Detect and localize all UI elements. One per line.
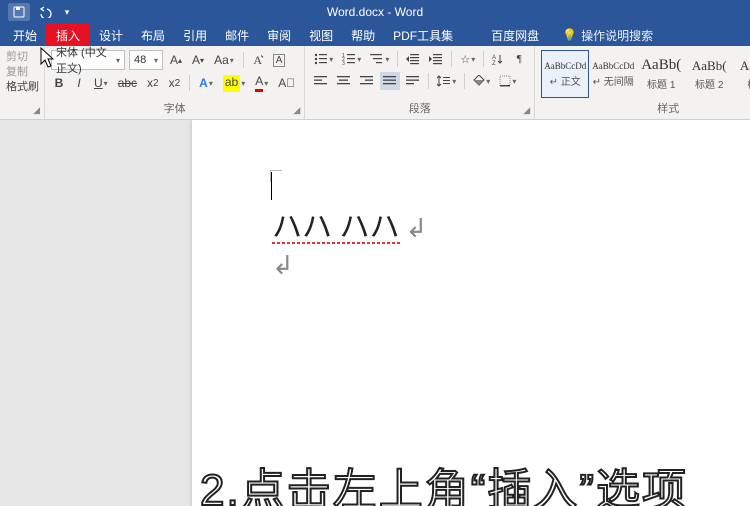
- style-item[interactable]: AaBb( 标题 2: [685, 50, 733, 98]
- change-case-button[interactable]: Aa▾: [211, 51, 237, 69]
- style-label: 标题 2: [695, 76, 723, 91]
- distribute-button[interactable]: [403, 72, 423, 90]
- svg-text:Z: Z: [492, 61, 496, 65]
- window-title: Word.docx - Word: [327, 5, 423, 19]
- qat-more-icon[interactable]: ▾: [60, 5, 74, 19]
- subscript-button[interactable]: x2: [144, 74, 162, 92]
- document-workspace[interactable]: ハハ ハハ ↲ ↲ 2.点击左上角“插入”选项: [0, 120, 750, 506]
- document-page[interactable]: ハハ ハハ ↲ ↲: [192, 120, 750, 506]
- clipboard-launcher-icon[interactable]: ◢: [33, 105, 40, 116]
- highlight-button[interactable]: ab▾: [220, 74, 248, 92]
- underline-button[interactable]: U▾: [91, 74, 111, 92]
- style-preview: AaBb(: [641, 57, 681, 74]
- decrease-indent-button[interactable]: [403, 50, 423, 68]
- clear-formatting-button[interactable]: A: [270, 51, 289, 69]
- tab-layout[interactable]: 布局: [132, 24, 174, 46]
- tab-home[interactable]: 开始: [4, 24, 46, 46]
- tab-references[interactable]: 引用: [174, 24, 216, 46]
- ribbon: 剪切 复制 格式刷 ◢ 宋体 (中文正文)▾ 48▾ A▴ A▾ Aa▾ A͛ …: [0, 46, 750, 120]
- font-color-button[interactable]: A▾: [252, 74, 271, 92]
- show-marks-button[interactable]: ¶: [510, 50, 528, 68]
- shading-button[interactable]: ▾: [470, 72, 493, 90]
- copy-button[interactable]: 复制: [6, 65, 38, 80]
- tab-insert[interactable]: 插入: [46, 24, 90, 46]
- align-justify-button[interactable]: [380, 72, 400, 90]
- align-left-button[interactable]: [311, 72, 331, 90]
- font-name-value: 宋体 (中文正文): [56, 44, 115, 76]
- group-styles: AaBbCcDd↵ 正文AaBbCcDd↵ 无间隔AaBb(标题 1AaBb(标…: [535, 46, 750, 119]
- cut-button[interactable]: 剪切: [6, 50, 38, 65]
- paragraph-launcher-icon[interactable]: ◢: [523, 105, 530, 116]
- title-bar: ▾ Word.docx - Word: [0, 0, 750, 24]
- tab-help[interactable]: 帮助: [342, 24, 384, 46]
- strikethrough-button[interactable]: abc: [115, 74, 140, 92]
- svg-text:3: 3: [342, 61, 345, 65]
- format-painter-button[interactable]: 格式刷: [6, 80, 38, 95]
- grow-font-button[interactable]: A▴: [167, 51, 185, 69]
- borders-button[interactable]: ▾: [496, 72, 519, 90]
- tutorial-caption: 2.点击左上角“插入”选项: [200, 454, 688, 506]
- style-label: ↵ 正文: [550, 73, 581, 88]
- clipboard-group-label: ◢: [0, 102, 44, 119]
- style-item[interactable]: AaBb( 标题 1: [637, 50, 685, 98]
- tab-review[interactable]: 审阅: [258, 24, 300, 46]
- tell-me-search[interactable]: 💡 操作说明搜索: [562, 24, 653, 46]
- save-icon[interactable]: [8, 3, 30, 21]
- document-text-content: ハハ ハハ: [272, 211, 400, 244]
- group-paragraph: ▾ 123▾ ▾ ☆▾ AZ ¶ ▾ ▾: [305, 46, 535, 119]
- bulb-icon: 💡: [562, 28, 577, 42]
- bold-button[interactable]: B: [51, 74, 67, 92]
- enclose-char-button[interactable]: A⃝: [275, 74, 298, 92]
- undo-icon[interactable]: [38, 5, 52, 19]
- increase-indent-button[interactable]: [426, 50, 446, 68]
- align-right-button[interactable]: [357, 72, 377, 90]
- italic-button[interactable]: I: [71, 74, 87, 92]
- tab-mailings[interactable]: 邮件: [216, 24, 258, 46]
- style-preview: AaBb(: [692, 58, 727, 74]
- shrink-font-button[interactable]: A▾: [189, 51, 207, 69]
- font-group-label: 字体: [164, 103, 186, 115]
- tab-view[interactable]: 视图: [300, 24, 342, 46]
- group-clipboard: 剪切 复制 格式刷 ◢: [0, 46, 45, 119]
- styles-group-label: 样式: [657, 103, 679, 115]
- superscript-button[interactable]: x2: [166, 74, 184, 92]
- bullets-button[interactable]: ▾: [311, 50, 336, 68]
- phonetic-guide-button[interactable]: A͛: [250, 51, 266, 69]
- style-label: ↵ 无间隔: [593, 73, 634, 88]
- paragraph-group-label: 段落: [409, 103, 431, 115]
- style-label: 标题 1: [647, 76, 675, 91]
- document-line-1[interactable]: ハハ ハハ ↲: [272, 202, 427, 244]
- ribbon-tabs: 开始 插入 设计 布局 引用 邮件 审阅 视图 帮助 PDF工具集 百度网盘 💡…: [0, 24, 750, 46]
- tab-pdf[interactable]: PDF工具集: [384, 24, 462, 46]
- asian-layout-button[interactable]: ☆▾: [457, 50, 478, 68]
- font-name-combo[interactable]: 宋体 (中文正文)▾: [51, 50, 125, 70]
- tab-baidu[interactable]: 百度网盘: [482, 24, 548, 46]
- style-item[interactable]: AaBb(标题: [733, 50, 750, 98]
- mouse-cursor-icon: [40, 47, 56, 72]
- style-preview: AaBb(: [740, 58, 750, 74]
- numbering-button[interactable]: 123▾: [339, 50, 364, 68]
- style-preview: AaBbCcDd: [592, 61, 634, 71]
- text-cursor: [271, 172, 272, 200]
- sort-button[interactable]: AZ: [489, 50, 507, 68]
- multilevel-list-button[interactable]: ▾: [367, 50, 392, 68]
- group-font: 宋体 (中文正文)▾ 48▾ A▴ A▾ Aa▾ A͛ A B I U▾ abc…: [45, 46, 305, 119]
- style-item[interactable]: AaBbCcDd ↵ 无间隔: [589, 50, 637, 98]
- font-size-value: 48: [134, 54, 146, 66]
- font-launcher-icon[interactable]: ◢: [293, 105, 300, 116]
- text-effects-button[interactable]: A▾: [196, 74, 216, 92]
- font-size-combo[interactable]: 48▾: [129, 50, 163, 70]
- paragraph-mark-icon: ↲: [272, 250, 294, 281]
- style-preview: AaBbCcDd: [544, 61, 586, 71]
- tell-me-label: 操作说明搜索: [581, 27, 653, 44]
- paragraph-mark-icon: ↲: [406, 214, 428, 244]
- styles-gallery[interactable]: AaBbCcDd↵ 正文AaBbCcDd↵ 无间隔AaBb(标题 1AaBb(标…: [541, 50, 750, 98]
- align-center-button[interactable]: [334, 72, 354, 90]
- tab-design[interactable]: 设计: [90, 24, 132, 46]
- line-spacing-button[interactable]: ▾: [434, 72, 459, 90]
- style-item[interactable]: AaBbCcDd ↵ 正文: [541, 50, 589, 98]
